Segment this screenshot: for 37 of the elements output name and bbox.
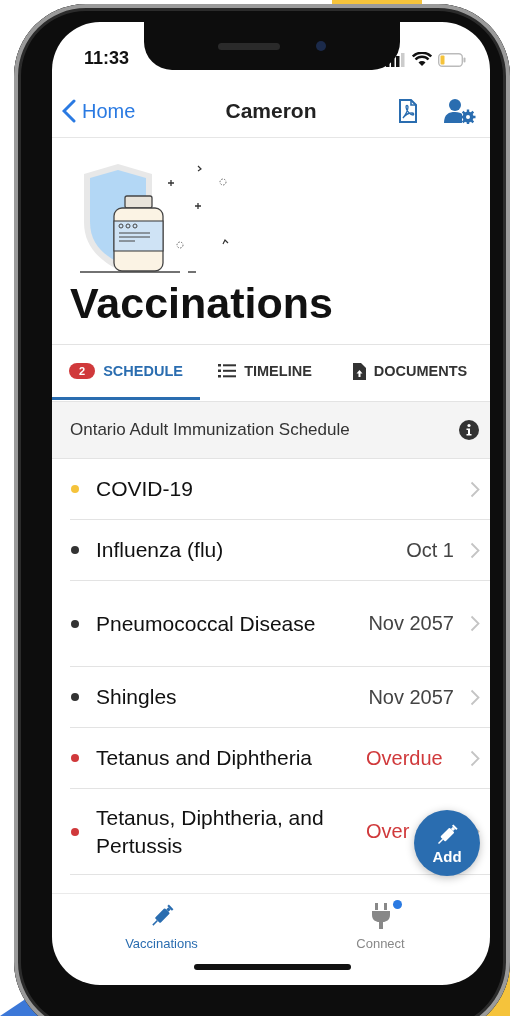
vaccine-row[interactable]: Shingles Nov 2057 <box>70 667 490 728</box>
tab-bar-item[interactable]: Vaccinations <box>106 902 217 952</box>
nav-title: Cameron <box>225 99 317 123</box>
vaccine-row[interactable]: COVID-19 <box>70 459 490 520</box>
chevron-left-icon <box>62 99 76 123</box>
vaccine-name: Tetanus, Diphtheria, and Pertussis <box>96 804 325 859</box>
page-title: Vaccinations <box>69 278 334 329</box>
due-date: Nov 2057 <box>368 685 454 708</box>
tab[interactable]: DOCUMENTS <box>330 345 490 400</box>
info-icon[interactable] <box>459 420 479 440</box>
schedule-title: Ontario Adult Immunization Schedule <box>70 420 350 440</box>
vaccine-name: COVID-19 <box>96 476 194 502</box>
user-settings-icon[interactable] <box>444 98 476 124</box>
tab[interactable]: TIMELINE <box>200 345 330 400</box>
status-time: 11:33 <box>84 48 130 69</box>
wifi-icon <box>412 52 432 67</box>
vaccine-row[interactable]: Pneumococcal Disease Nov 2057 <box>70 581 490 667</box>
document-upload-icon <box>352 362 366 380</box>
battery-icon <box>438 52 466 67</box>
vaccine-name: Influenza (flu) <box>96 537 225 563</box>
back-link[interactable]: Home <box>62 99 136 123</box>
count-badge: 2 <box>69 363 96 379</box>
vaccine-row[interactable]: Influenza (flu) Oct 1 <box>70 520 490 581</box>
list-icon <box>218 364 237 378</box>
tab-bar-item[interactable]: Connect <box>325 902 436 952</box>
due-date: Nov 2057 <box>368 612 454 634</box>
plug-icon <box>369 902 392 930</box>
pdf-icon[interactable] <box>398 99 418 123</box>
add-button[interactable]: Add <box>414 810 480 876</box>
vaccine-name: Shingles <box>96 684 178 710</box>
vaccine-name: Pneumococcal Disease <box>96 610 317 637</box>
due-date: Overdue <box>366 746 443 769</box>
signal-icon <box>386 52 406 67</box>
due-date: Oct 1 <box>406 538 454 561</box>
due-date: Over <box>366 820 410 842</box>
vaccine-name: Tetanus and Diphtheria <box>96 745 313 771</box>
vaccine-row[interactable]: Tetanus and Diphtheria Overdue <box>70 728 490 789</box>
